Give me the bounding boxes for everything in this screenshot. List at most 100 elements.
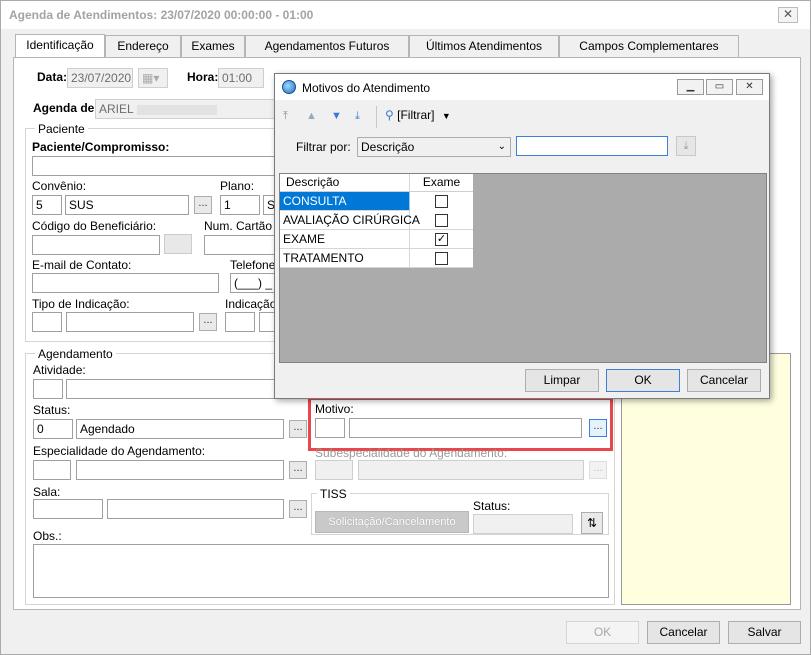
calendar-dropdown[interactable]: ▦▾ xyxy=(138,68,168,88)
close-icon[interactable]: ✕ xyxy=(736,79,763,95)
dialog-cancelar-button[interactable]: Cancelar xyxy=(687,369,761,392)
move-bottom-icon[interactable]: ⤓ xyxy=(355,110,360,123)
tab-ultimos-atendimentos[interactable]: Últimos Atendimentos xyxy=(409,35,559,57)
tiss-status-input[interactable] xyxy=(473,514,573,534)
grid-row[interactable]: TRATAMENTO xyxy=(280,249,473,268)
ok-button[interactable]: OK xyxy=(566,621,639,644)
grid-row[interactable]: AVALIAÇÃO CIRÚRGICA xyxy=(280,211,473,230)
row-exame-cell xyxy=(410,192,473,211)
limpar-button[interactable]: Limpar xyxy=(525,369,599,392)
exame-checkbox-checked[interactable]: ✓ xyxy=(435,233,448,246)
email-input[interactable] xyxy=(32,273,219,293)
move-top-icon[interactable]: ⤒ xyxy=(283,110,288,123)
title-bar: Agenda de Atendimentos: 23/07/2020 00:00… xyxy=(1,1,810,29)
apply-filter-icon[interactable]: ⤓ xyxy=(676,136,696,156)
indicacao-lookup-button[interactable]: ... xyxy=(199,313,217,331)
indicacao-name-input[interactable] xyxy=(66,312,194,332)
agenda-field[interactable]: ARIEL xyxy=(95,99,275,119)
row-descricao: CONSULTA xyxy=(280,192,410,211)
agendamento-group-title: Agendamento xyxy=(35,347,116,361)
subespecialidade-name-input[interactable] xyxy=(358,460,584,480)
atividade-code-input[interactable] xyxy=(33,379,63,399)
row-exame-cell xyxy=(410,249,473,268)
sala-lookup-button[interactable]: ... xyxy=(289,500,307,518)
chevron-down-icon: ▼ xyxy=(441,111,451,121)
status-name-input[interactable]: Agendado xyxy=(76,419,284,439)
especialidade-label: Especialidade do Agendamento: xyxy=(33,444,206,458)
especialidade-lookup-button[interactable]: ... xyxy=(289,461,307,479)
filter-search-input[interactable] xyxy=(516,136,668,156)
column-header-descricao[interactable]: Descrição xyxy=(280,174,410,192)
main-window: Agenda de Atendimentos: 23/07/2020 00:00… xyxy=(0,0,811,655)
telefone-input[interactable]: (___) _ xyxy=(230,273,278,293)
sala-code-input[interactable] xyxy=(33,499,103,519)
especialidade-code-input[interactable] xyxy=(33,460,71,480)
window-title: Agenda de Atendimentos: 23/07/2020 00:00… xyxy=(9,8,314,22)
tiss-refresh-icon[interactable]: ⇅ xyxy=(581,512,603,534)
tiss-status-label: Status: xyxy=(473,499,511,513)
hora-label: Hora: xyxy=(187,70,219,84)
row-descricao: TRATAMENTO xyxy=(280,249,410,268)
indicacao2-code-input[interactable] xyxy=(225,312,255,332)
obs-textarea[interactable] xyxy=(33,544,609,598)
cancelar-button[interactable]: Cancelar xyxy=(647,621,720,644)
indicacao-label: Tipo de Indicação: xyxy=(32,297,130,311)
row-descricao: EXAME xyxy=(280,230,410,249)
filtrar-por-value: Descrição xyxy=(361,140,415,154)
tab-identificacao[interactable]: Identificação xyxy=(15,34,105,58)
dialog-ok-button[interactable]: OK xyxy=(606,369,680,392)
indicacao2-label: Indicação xyxy=(225,297,277,311)
convenio-code-input[interactable]: 5 xyxy=(32,195,62,215)
status-label: Status: xyxy=(33,403,71,417)
data-field[interactable]: 23/07/2020 xyxy=(67,68,133,88)
compromisso-input[interactable] xyxy=(32,156,278,176)
exame-checkbox[interactable] xyxy=(435,214,448,227)
move-down-icon[interactable]: ▼ xyxy=(331,110,342,122)
convenio-name-input[interactable]: SUS xyxy=(65,195,189,215)
tab-agendamentos-futuros[interactable]: Agendamentos Futuros xyxy=(245,35,409,57)
indicacao-code-input[interactable] xyxy=(32,312,62,332)
toolbar-separator xyxy=(376,106,377,128)
tiss-solicitacao-button[interactable]: Solicitação/Cancelamento xyxy=(315,511,469,533)
grid-row[interactable]: CONSULTA xyxy=(280,192,473,211)
cartao-input[interactable] xyxy=(204,235,278,255)
tab-endereco[interactable]: Endereço xyxy=(105,35,181,57)
telefone-label: Telefone xyxy=(230,258,276,272)
tab-exames[interactable]: Exames xyxy=(181,35,245,57)
beneficiario-input[interactable] xyxy=(32,235,160,255)
especialidade-name-input[interactable] xyxy=(76,460,284,480)
maximize-icon[interactable]: ▭ xyxy=(706,79,733,95)
minimize-icon[interactable]: ▁ xyxy=(677,79,704,95)
paciente-group-title: Paciente xyxy=(35,122,88,136)
grid-row[interactable]: EXAME ✓ xyxy=(280,230,473,249)
status-code-input[interactable]: 0 xyxy=(33,419,73,439)
sala-name-input[interactable] xyxy=(107,499,284,519)
filter-icon: ⚲ xyxy=(385,108,394,122)
convenio-lookup-button[interactable]: ... xyxy=(194,196,212,214)
close-icon[interactable]: ✕ xyxy=(778,7,798,23)
column-header-exame[interactable]: Exame xyxy=(410,174,473,192)
exame-checkbox[interactable] xyxy=(435,252,448,265)
tiss-group-title: TISS xyxy=(317,487,350,501)
grid-header: Descrição Exame xyxy=(280,174,473,192)
subespecialidade-lookup-button[interactable]: ... xyxy=(589,461,607,479)
hora-field[interactable]: 01:00 xyxy=(218,68,264,88)
plano-code-input[interactable]: 1 xyxy=(220,195,260,215)
plano-label: Plano: xyxy=(220,179,255,193)
salvar-button[interactable]: Salvar xyxy=(728,621,801,644)
filtrar-por-select[interactable]: Descrição ⌄ xyxy=(357,137,511,157)
cartao-label: Num. Cartão S xyxy=(204,219,284,233)
atividade-name-input[interactable] xyxy=(66,379,276,399)
filtrar-button[interactable]: ⚲ [Filtrar] ▼ xyxy=(385,108,451,126)
sala-label: Sala: xyxy=(33,485,61,499)
status-lookup-button[interactable]: ... xyxy=(289,420,307,438)
filtrar-label: [Filtrar] xyxy=(397,108,435,122)
subespecialidade-code-input[interactable] xyxy=(315,460,353,480)
move-up-icon[interactable]: ▲ xyxy=(306,110,317,122)
tab-campos-complementares[interactable]: Campos Complementares xyxy=(559,35,739,57)
card-reader-icon[interactable] xyxy=(164,234,192,254)
filtrar-por-label: Filtrar por: xyxy=(296,140,351,154)
calendar-icon: ▦▾ xyxy=(142,71,160,85)
exame-checkbox[interactable] xyxy=(435,195,448,208)
motivo-highlight xyxy=(308,397,613,451)
